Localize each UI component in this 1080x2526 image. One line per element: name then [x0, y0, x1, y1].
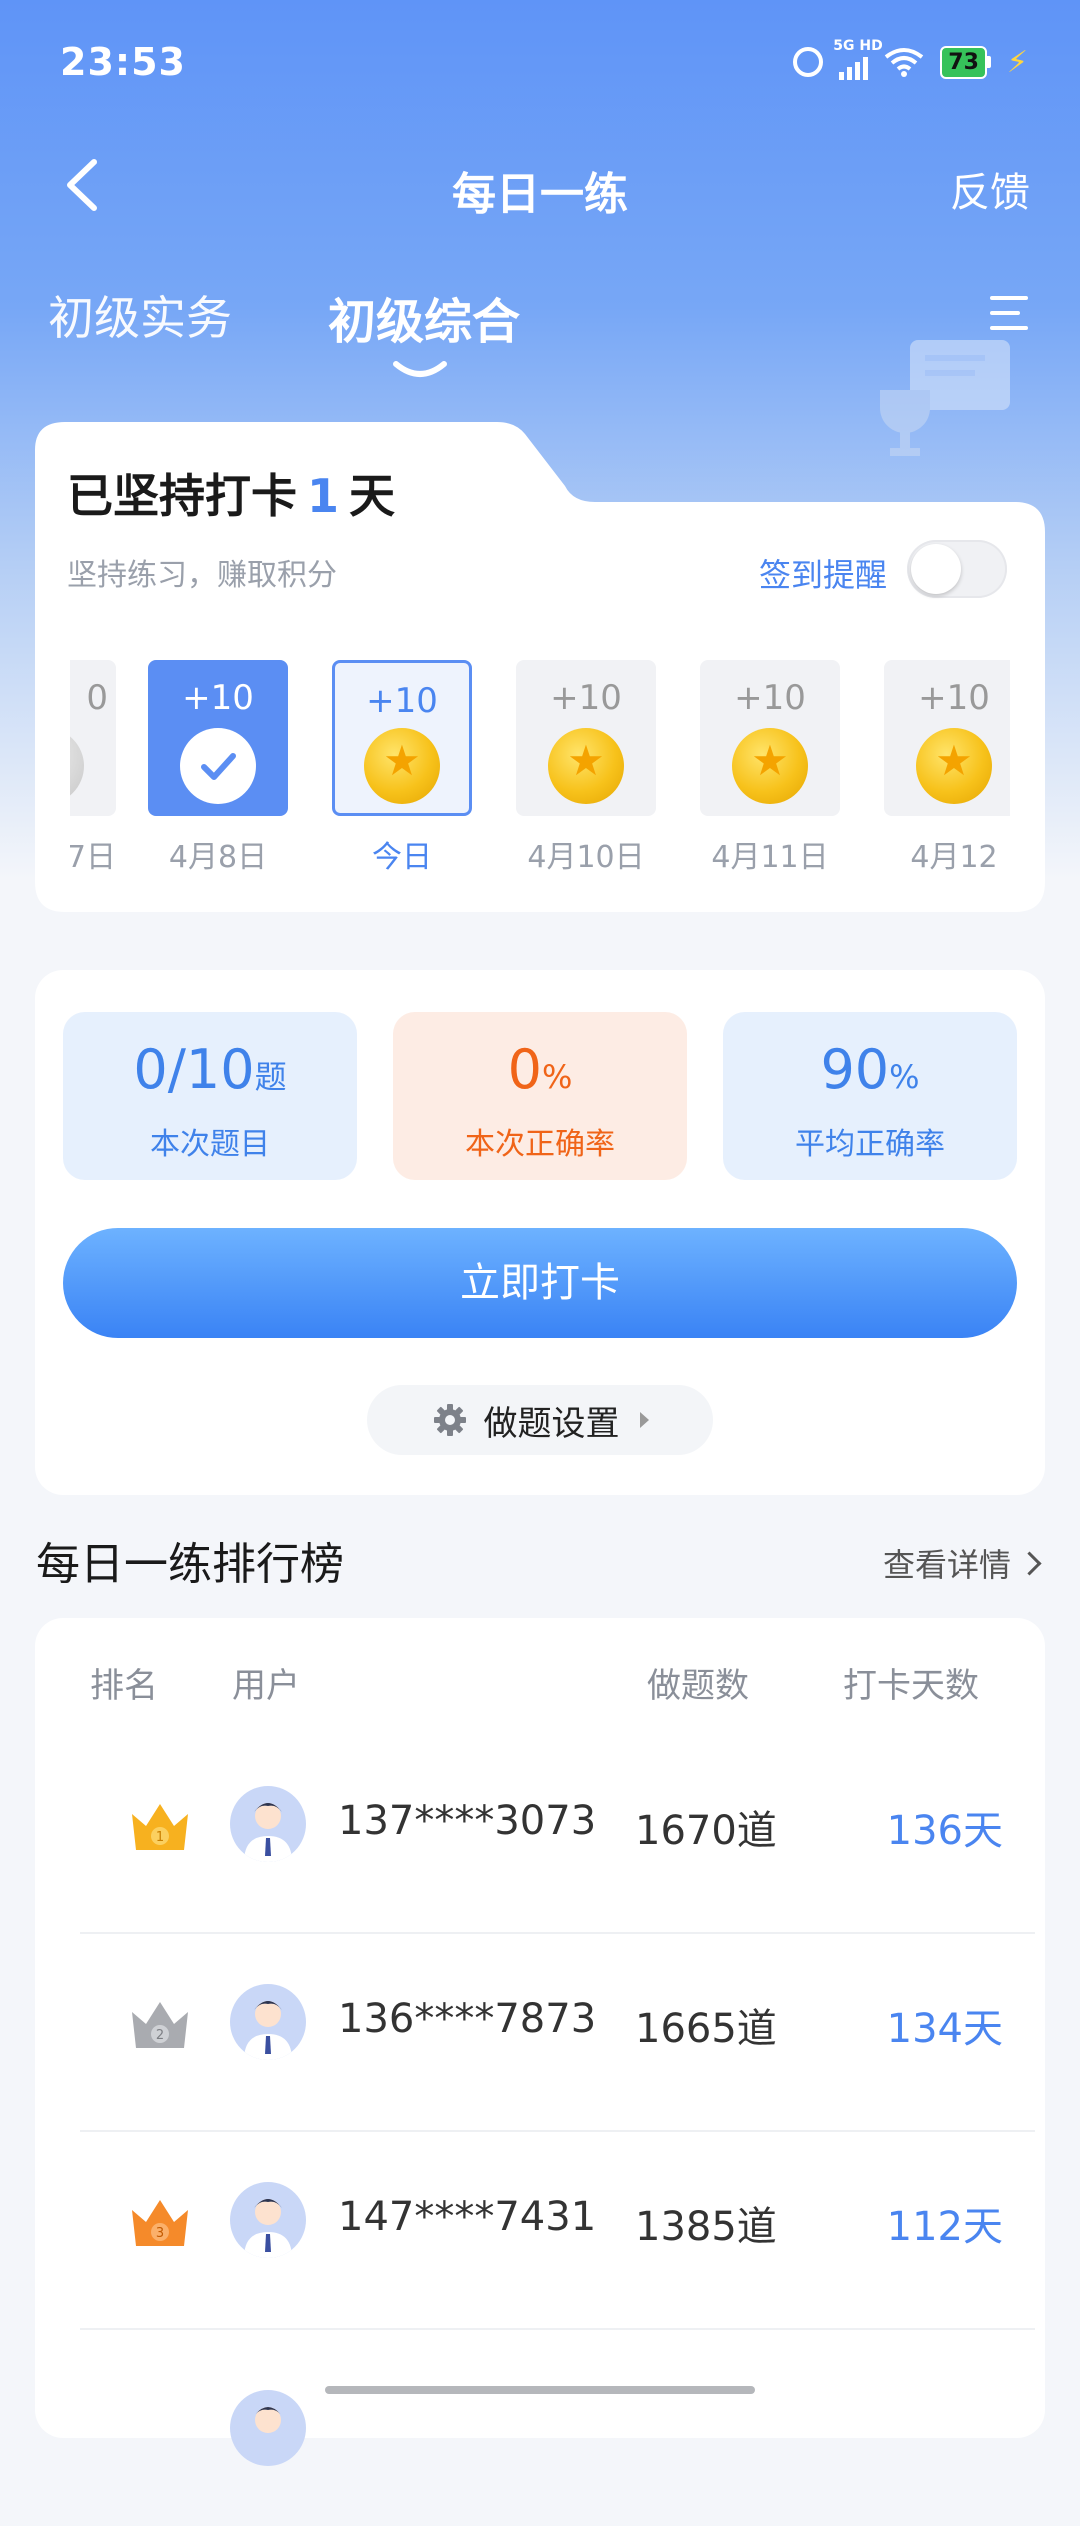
- streak-title: 已坚持打卡 1 天: [67, 469, 396, 523]
- day-item: +10 ★ 4月12: [884, 660, 1010, 876]
- crown-icon: 3: [132, 2200, 188, 2246]
- avatar: [230, 1786, 306, 1862]
- svg-text:3: 3: [156, 2226, 164, 2241]
- leaderboard-title: 每日一练排行榜: [36, 1539, 344, 1590]
- reminder-toggle[interactable]: [907, 540, 1007, 598]
- svg-text:1: 1: [156, 1830, 164, 1845]
- svg-text:2: 2: [156, 2028, 164, 2043]
- row-user: 137****3073: [338, 1798, 597, 1844]
- battery-icon: 73: [940, 45, 991, 79]
- home-indicator: [325, 2386, 755, 2394]
- avatar: [230, 2182, 306, 2258]
- table-row[interactable]: [80, 2330, 1035, 2526]
- practice-stats-card: 0/10题 本次题目 0% 本次正确率 90% 平均正确率 立即打卡 做题设置: [35, 970, 1045, 1495]
- coin-icon: ★: [364, 728, 440, 804]
- checkin-days-row[interactable]: 0 7日 +10 4月8日 +10 ★ 今日 +10 ★ 4月10日 +10 ★…: [70, 660, 1010, 880]
- leaderboard-table: 排名 用户 做题数 打卡天数 1 137****3073 1670道 136天 …: [35, 1618, 1045, 2466]
- coin-icon: ★: [916, 728, 992, 804]
- coin-icon: [70, 728, 84, 804]
- row-count: 1670道: [635, 1808, 777, 1854]
- crown-icon: 2: [132, 2002, 188, 2048]
- column-header-days: 打卡天数: [843, 1666, 979, 1706]
- column-header-user: 用户: [232, 1666, 300, 1706]
- gear-icon: [433, 1404, 466, 1436]
- checkin-card: 已坚持打卡 1 天 坚持练习，赚取积分 签到提醒 0 7日 +10 4月8日 +10…: [35, 420, 1045, 912]
- stat-current-accuracy: 0% 本次正确率: [393, 1012, 687, 1180]
- status-bar: 23:53 5G HD 73 ⚡: [0, 0, 1080, 130]
- tab-junior-comprehensive[interactable]: 初级综合: [328, 282, 520, 352]
- row-user: 147****7431: [338, 2194, 597, 2240]
- day-item-today: +10 ★ 今日: [332, 660, 472, 876]
- avatar: [230, 1984, 306, 2060]
- status-time: 23:53: [60, 40, 186, 84]
- tab-junior-practice[interactable]: 初级实务: [48, 282, 232, 348]
- streak-subtitle: 坚持练习，赚取积分: [67, 558, 337, 593]
- day-item: +10 ★ 4月11日: [700, 660, 840, 876]
- alarm-icon: [793, 47, 824, 77]
- signal-icon: 5G HD: [833, 38, 883, 80]
- checkin-now-button[interactable]: 立即打卡: [63, 1228, 1017, 1338]
- day-item: 0 7日: [70, 660, 116, 876]
- row-user: 136****7873: [338, 1996, 597, 2042]
- stat-questions: 0/10题 本次题目: [63, 1012, 357, 1180]
- page-title: 每日一练: [452, 169, 628, 220]
- chevron-right-icon: [1017, 1550, 1042, 1576]
- feedback-button[interactable]: 反馈: [950, 160, 1030, 218]
- wifi-icon: [884, 47, 924, 77]
- stat-average-accuracy: 90% 平均正确率: [723, 1012, 1017, 1180]
- row-count: 1385道: [635, 2204, 777, 2250]
- status-icons: 5G HD 73 ⚡: [793, 38, 1028, 80]
- table-row[interactable]: 1 137****3073 1670道 136天: [80, 1736, 1035, 1934]
- avatar: [230, 2390, 306, 2466]
- charging-bolt-icon: ⚡: [1006, 44, 1028, 80]
- streak-days: 1: [307, 469, 340, 523]
- row-days: 134天: [886, 2006, 1003, 2052]
- row-days: 136天: [886, 1808, 1003, 1854]
- view-details-link[interactable]: 查看详情: [883, 1540, 1042, 1586]
- table-row[interactable]: 2 136****7873 1665道 134天: [80, 1934, 1035, 2132]
- caret-right-icon: [639, 1412, 649, 1428]
- day-item: +10 4月8日: [148, 660, 288, 876]
- app-header: 每日一练 反馈: [0, 130, 1080, 240]
- check-icon: [180, 728, 256, 804]
- day-item: +10 ★ 4月10日: [516, 660, 656, 876]
- active-tab-indicator: [393, 361, 447, 377]
- crown-icon: 1: [132, 1804, 188, 1850]
- coin-icon: ★: [548, 728, 624, 804]
- battery-level: 73: [940, 45, 987, 79]
- column-header-count: 做题数: [647, 1666, 749, 1706]
- reminder-label: 签到提醒: [758, 556, 887, 594]
- row-days: 112天: [886, 2204, 1003, 2250]
- coin-icon: ★: [732, 728, 808, 804]
- question-settings-button[interactable]: 做题设置: [367, 1385, 713, 1455]
- settings-label: 做题设置: [483, 1403, 620, 1444]
- column-header-rank: 排名: [90, 1666, 158, 1706]
- table-row[interactable]: 3 147****7431 1385道 112天: [80, 2132, 1035, 2330]
- row-count: 1665道: [635, 2006, 777, 2052]
- network-type: 5G HD: [833, 38, 883, 54]
